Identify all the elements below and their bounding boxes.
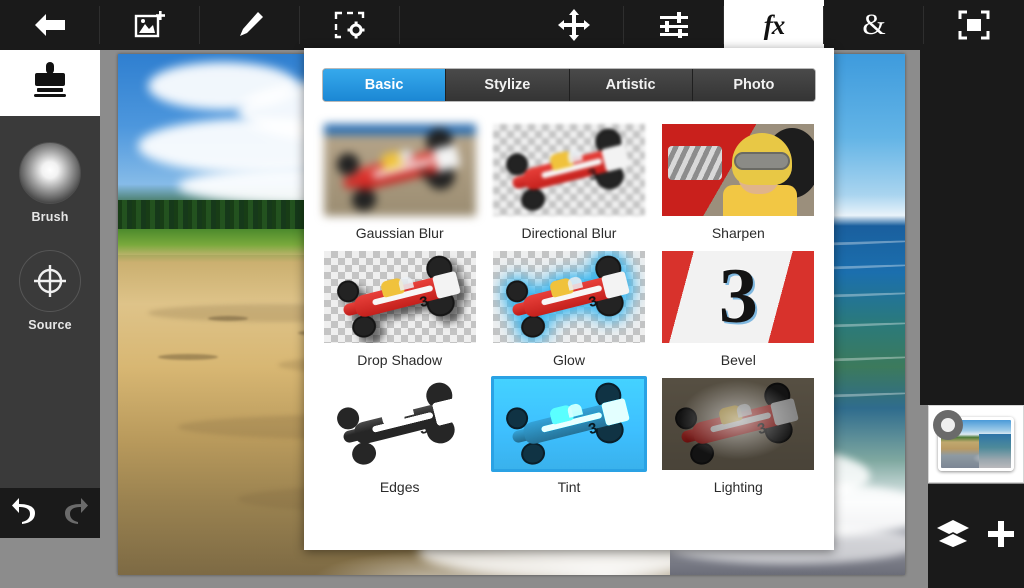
effect-thumbnail: 3 — [323, 124, 476, 216]
effect-thumb-box: 3 — [490, 376, 647, 472]
tab-artistic[interactable]: Artistic — [569, 69, 693, 101]
layers-list-area[interactable] — [920, 50, 1024, 405]
draw-button[interactable] — [200, 0, 300, 50]
effect-lighting[interactable]: 3 Lighting — [659, 376, 818, 495]
app-root: Brush Source fx & Basic Stylize Artistic… — [0, 0, 1024, 588]
effect-edges[interactable]: 3 Edges — [320, 376, 479, 495]
selection-settings-button[interactable] — [300, 0, 400, 50]
right-layers-column — [920, 50, 1024, 588]
effect-thumb-box: 3 — [491, 249, 647, 345]
effect-thumbnail: 3 — [493, 379, 644, 469]
back-arrow-icon — [33, 12, 67, 38]
layer-visibility-badge[interactable] — [933, 410, 963, 440]
effect-label: Gaussian Blur — [355, 225, 444, 241]
effect-drop-shadow[interactable]: 3 Drop Shadow — [320, 249, 479, 368]
add-image-icon — [134, 10, 166, 40]
number-three-graphic: 3 — [718, 251, 758, 339]
selection-gear-icon — [334, 10, 366, 40]
effect-label: Tint — [557, 479, 581, 495]
sidebar-item-source[interactable]: Source — [19, 250, 81, 332]
sidebar-tool-options: Brush Source — [0, 116, 100, 488]
soft-brush-icon — [19, 142, 81, 204]
move-arrows-icon — [558, 9, 590, 41]
effect-tint[interactable]: 3 Tint — [489, 376, 648, 495]
tab-stylize[interactable]: Stylize — [446, 69, 570, 101]
sliders-icon — [658, 11, 690, 39]
effect-gaussian-blur[interactable]: 3 Gaussian Blur — [320, 122, 479, 241]
transform-button[interactable] — [524, 0, 624, 50]
race-car-graphic: 3 — [332, 379, 467, 469]
effect-thumb-box: 3 — [322, 249, 478, 345]
adjustments-button[interactable] — [624, 0, 724, 50]
effect-sharpen[interactable]: Sharpen — [659, 122, 818, 241]
ampersand-icon: & — [862, 8, 886, 41]
effect-label: Sharpen — [711, 225, 765, 241]
effect-thumb-box: 3 — [491, 122, 647, 218]
blend-button[interactable]: & — [824, 0, 924, 50]
tab-basic[interactable]: Basic — [323, 69, 447, 101]
effect-thumbnail: 3 — [323, 251, 476, 343]
sand-texture — [208, 316, 248, 321]
fx-icon: fx — [763, 9, 785, 40]
pencil-icon — [235, 10, 265, 40]
layers-stack-icon[interactable] — [935, 519, 971, 554]
layer-item[interactable] — [928, 405, 1024, 483]
clone-stamp-icon — [28, 60, 72, 107]
top-toolbar: fx & — [0, 0, 1024, 50]
plus-icon[interactable] — [986, 519, 1016, 554]
race-car-graphic: 3 — [501, 252, 636, 342]
effect-thumbnail: 3 — [492, 251, 645, 343]
redo-arrow-icon[interactable] — [60, 497, 90, 530]
effect-thumb-box: 3 — [322, 122, 478, 218]
add-image-button[interactable] — [100, 0, 200, 50]
layer-thumb-sea — [978, 434, 1011, 468]
sidebar-item-label: Brush — [31, 210, 69, 224]
effect-glow[interactable]: 3 Glow — [489, 249, 648, 368]
race-car-graphic: 3 — [332, 252, 467, 342]
effect-bevel[interactable]: 3 Bevel — [659, 249, 818, 368]
effects-grid: 3 Gaussian Blur 3 Directional Blur Sharp… — [320, 122, 818, 495]
effect-thumbnail — [662, 124, 815, 216]
sidebar-item-clone-stamp[interactable] — [0, 50, 100, 116]
undo-arrow-icon[interactable] — [10, 497, 40, 530]
effect-thumbnail: 3 — [492, 124, 645, 216]
effect-thumb-box: 3 — [660, 249, 816, 345]
sidebar-item-label: Source — [28, 318, 72, 332]
effect-label: Directional Blur — [521, 225, 617, 241]
fullscreen-button[interactable] — [924, 0, 1024, 50]
effect-label: Lighting — [713, 479, 763, 495]
layers-toolbar — [928, 484, 1024, 588]
effect-label: Glow — [553, 352, 585, 368]
effect-thumbnail: 3 — [323, 378, 476, 470]
history-bar — [0, 488, 100, 538]
effects-tabs: Basic Stylize Artistic Photo — [322, 68, 816, 102]
sand-texture — [158, 354, 218, 360]
effect-label: Edges — [379, 479, 420, 495]
effect-thumb-box: 3 — [660, 376, 816, 472]
effect-label: Bevel — [720, 352, 756, 368]
tab-photo[interactable]: Photo — [692, 69, 815, 101]
effect-thumb-box — [660, 122, 816, 218]
fullscreen-icon — [958, 10, 990, 40]
effect-thumb-box: 3 — [322, 376, 478, 472]
left-sidebar: Brush Source — [0, 50, 100, 538]
back-button[interactable] — [0, 0, 100, 50]
crosshair-target-icon — [19, 250, 81, 312]
spotlight-overlay — [679, 380, 798, 461]
effect-thumbnail: 3 — [662, 378, 815, 470]
effects-button[interactable]: fx — [724, 0, 824, 50]
effects-panel: Basic Stylize Artistic Photo 3 Gaussian … — [304, 48, 834, 550]
effect-directional-blur[interactable]: 3 Directional Blur — [489, 122, 648, 241]
sidebar-item-brush[interactable]: Brush — [19, 142, 81, 224]
effect-label: Drop Shadow — [357, 352, 443, 368]
race-car-graphic: 3 — [501, 125, 636, 215]
effect-thumbnail: 3 — [662, 251, 815, 343]
